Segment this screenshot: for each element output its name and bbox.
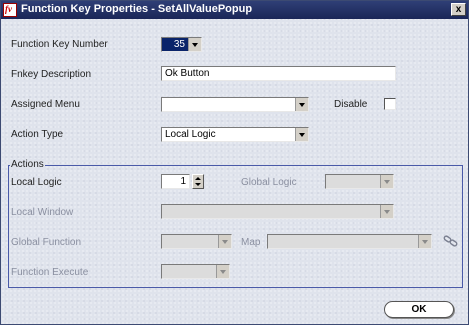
fkey-number-label: Function Key Number [11, 39, 108, 50]
fkey-description-input[interactable]: Ok Button [161, 66, 396, 81]
title-bar: fv Function Key Properties - SetAllValue… [1, 1, 468, 19]
function-execute-select[interactable] [161, 264, 230, 279]
assigned-menu-label: Assigned Menu [11, 99, 80, 110]
disable-label: Disable [334, 99, 368, 110]
global-logic-label: Global Logic [241, 177, 297, 188]
action-type-value: Local Logic [165, 129, 216, 140]
global-function-select[interactable] [161, 234, 232, 249]
global-logic-select[interactable] [325, 174, 394, 189]
actions-group-label: Actions [10, 159, 45, 170]
close-icon[interactable]: x [451, 3, 466, 16]
app-logo-icon: fv [3, 3, 17, 17]
chevron-down-icon[interactable] [295, 128, 308, 141]
fkey-number-value: 35 [173, 39, 185, 50]
fkey-description-label: Fnkey Description [11, 69, 92, 80]
local-logic-label: Local Logic [11, 177, 62, 188]
chevron-down-icon[interactable] [216, 265, 229, 278]
function-execute-label: Function Execute [11, 267, 89, 278]
chevron-down-icon[interactable] [295, 98, 308, 111]
disable-checkbox[interactable] [384, 98, 396, 110]
spinner-icon[interactable] [192, 174, 204, 189]
chevron-down-icon[interactable] [418, 235, 431, 248]
local-window-label: Local Window [11, 207, 74, 218]
action-type-select[interactable]: Local Logic [161, 127, 309, 142]
spin-down-arrow[interactable] [195, 183, 201, 186]
action-type-label: Action Type [11, 129, 64, 140]
spin-up-arrow[interactable] [195, 177, 201, 180]
local-window-select[interactable] [161, 204, 394, 219]
window-title: Function Key Properties - SetAllValuePop… [21, 3, 253, 15]
chevron-down-icon[interactable] [188, 38, 201, 51]
function-key-properties-window: fv Function Key Properties - SetAllValue… [0, 0, 469, 325]
local-logic-input[interactable]: 1 [161, 174, 190, 189]
assigned-menu-select[interactable] [161, 97, 309, 112]
map-select[interactable] [267, 234, 432, 249]
app-logo-text: fv [5, 4, 12, 14]
chevron-down-icon[interactable] [218, 235, 231, 248]
chevron-down-icon[interactable] [380, 205, 393, 218]
fkey-number-select[interactable]: 35 [161, 37, 202, 52]
map-label: Map [241, 237, 261, 248]
global-function-label: Global Function [11, 237, 82, 248]
chevron-down-icon[interactable] [380, 175, 393, 188]
link-chain-icon[interactable] [443, 234, 459, 248]
ok-button[interactable]: OK [384, 301, 454, 318]
